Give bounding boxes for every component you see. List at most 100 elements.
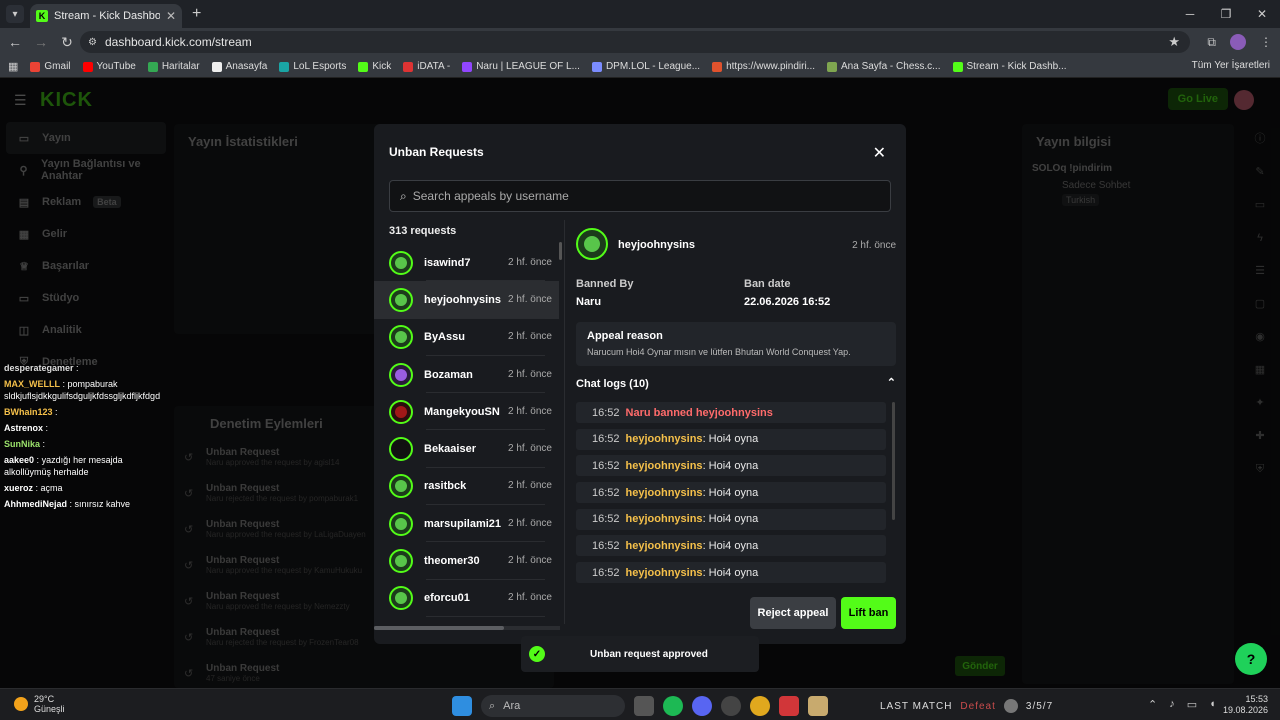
tab-title: Stream - Kick Dashboard bbox=[54, 10, 160, 22]
detail-username: heyjoohnysins bbox=[618, 239, 696, 251]
request-count: 313 requests bbox=[389, 225, 457, 237]
chat-overlay: desperategamer : MAX_WELLL : pompaburak … bbox=[0, 360, 176, 512]
new-tab-icon[interactable]: + bbox=[192, 5, 201, 23]
bookmark-dpm[interactable]: DPM.LOL - League... bbox=[591, 61, 700, 72]
minimize-icon[interactable]: ─ bbox=[1172, 0, 1208, 28]
check-icon: ✓ bbox=[529, 646, 545, 662]
banned-by-value: Naru bbox=[576, 296, 602, 308]
chat-line: SunNika : bbox=[4, 439, 46, 449]
browser-toolbar: ⧉ ⋮ bbox=[1207, 28, 1272, 56]
back-icon[interactable]: ← bbox=[4, 34, 26, 50]
steam-icon[interactable] bbox=[721, 696, 741, 716]
search-input[interactable] bbox=[412, 189, 853, 203]
chevron-up-icon[interactable]: ⌃ bbox=[887, 376, 896, 389]
request-item[interactable]: Bekaaiser 2 hf. önce bbox=[374, 430, 559, 469]
bookmark-maps[interactable]: Haritalar bbox=[147, 61, 200, 72]
riot-icon[interactable] bbox=[779, 696, 799, 716]
request-item[interactable]: MangekyouSN 2 hf. önce bbox=[374, 393, 559, 431]
restore-icon[interactable]: ❐ bbox=[1208, 0, 1244, 28]
tab-search-icon[interactable]: ▾ bbox=[6, 5, 24, 23]
support-chat-icon[interactable]: ? bbox=[1235, 643, 1267, 675]
request-item-selected[interactable]: heyjoohnysins 2 hf. önce bbox=[374, 281, 559, 319]
forward-icon[interactable]: → bbox=[30, 34, 52, 50]
network-icon[interactable]: ▭ bbox=[1187, 698, 1197, 711]
microphone-icon[interactable]: ♪ bbox=[1169, 698, 1175, 711]
reload-icon[interactable]: ↻ bbox=[56, 34, 78, 51]
file-explorer-icon[interactable] bbox=[634, 696, 654, 716]
avatar bbox=[389, 362, 413, 387]
bookmark-pindirim[interactable]: https://www.pindiri... bbox=[712, 61, 815, 72]
discord-icon[interactable] bbox=[692, 696, 712, 716]
bookmark-kick-dashboard[interactable]: Stream - Kick Dashb... bbox=[952, 61, 1067, 72]
toast-text: Unban request approved bbox=[590, 648, 708, 660]
avatar bbox=[389, 437, 413, 462]
request-item[interactable]: eforcu01 2 hf. önce bbox=[374, 580, 559, 618]
search-field[interactable]: ⌕ bbox=[389, 180, 891, 212]
chat-logs-list: 16:52 Naru banned heyjoohnysins 16:52 heyj… bbox=[576, 402, 886, 589]
avatar bbox=[389, 250, 413, 275]
avatar bbox=[389, 549, 413, 574]
ban-date-label: Ban date bbox=[744, 278, 791, 290]
volume-icon[interactable]: ◖ bbox=[1209, 698, 1216, 711]
start-icon[interactable] bbox=[452, 696, 472, 716]
detail-ago: 2 hf. önce bbox=[852, 240, 896, 251]
browser-tab[interactable]: K Stream - Kick Dashboard ✕ bbox=[30, 4, 182, 28]
weather-widget[interactable]: 29°C Güneşli bbox=[14, 694, 65, 714]
list-hscrollbar[interactable] bbox=[374, 626, 560, 630]
request-item[interactable]: Bozaman 2 hf. önce bbox=[374, 356, 559, 394]
sun-icon bbox=[14, 697, 28, 711]
bookmark-youtube[interactable]: YouTube bbox=[82, 61, 136, 72]
all-bookmarks[interactable]: Tüm Yer İşaretleri bbox=[1192, 60, 1270, 71]
league-icon[interactable] bbox=[808, 696, 828, 716]
request-item[interactable]: isawind7 2 hf. önce bbox=[374, 244, 559, 282]
taskbar-search[interactable]: ⌕ Ara bbox=[481, 695, 625, 717]
avatar bbox=[389, 586, 413, 611]
bookmark-naru[interactable]: Naru | LEAGUE OF L... bbox=[462, 61, 580, 72]
lift-ban-button[interactable]: Lift ban bbox=[841, 597, 896, 629]
appeal-reason-box: Appeal reason Narucum Hoi4 Oynar mısın v… bbox=[576, 322, 896, 366]
avatar bbox=[389, 474, 413, 499]
banned-by-label: Banned By bbox=[576, 278, 634, 290]
close-icon[interactable]: ✕ bbox=[873, 143, 886, 163]
chevron-up-icon[interactable]: ⌃ bbox=[1148, 698, 1157, 711]
bookmark-star-icon[interactable]: ★ bbox=[1168, 34, 1180, 50]
url-field[interactable]: ⚙ dashboard.kick.com/stream ★ bbox=[80, 31, 1190, 53]
bookmark-lolesports[interactable]: LoL Esports bbox=[279, 61, 346, 72]
clock[interactable]: 15:53 19.08.2026 bbox=[1223, 694, 1268, 716]
chrome-icon[interactable] bbox=[750, 696, 770, 716]
bookmark-gmail[interactable]: Gmail bbox=[30, 61, 71, 72]
unban-requests-modal: Unban Requests ✕ ⌕ 313 requests isawind7… bbox=[374, 124, 906, 644]
spotify-icon[interactable] bbox=[663, 696, 683, 716]
tab-close-icon[interactable]: ✕ bbox=[166, 9, 176, 23]
chat-logs-header[interactable]: Chat logs (10) ⌃ bbox=[576, 376, 896, 390]
appeal-reason-text: Narucum Hoi4 Oynar mısın ve lütfen Bhuta… bbox=[587, 347, 851, 357]
bookmark-chess[interactable]: Ana Sayfa - Chess.c... bbox=[827, 61, 941, 72]
chat-log-item: 16:52 heyjoohnysins: Hoi4 oyna bbox=[576, 562, 886, 584]
avatar bbox=[389, 325, 413, 350]
profile-avatar[interactable] bbox=[1230, 34, 1246, 50]
reject-appeal-button[interactable]: Reject appeal bbox=[750, 597, 836, 629]
list-scrollbar[interactable] bbox=[559, 242, 562, 260]
chat-log-item: 16:52 heyjoohnysins: Hoi4 oyna bbox=[576, 482, 886, 504]
request-list: isawind7 2 hf. önce heyjoohnysins 2 hf. ön… bbox=[374, 244, 559, 624]
request-item[interactable]: theomer30 2 hf. önce bbox=[374, 542, 559, 580]
close-window-icon[interactable]: ✕ bbox=[1244, 0, 1280, 28]
bookmark-x[interactable]: Anasayfa bbox=[211, 61, 267, 72]
bookmark-kick[interactable]: Kick bbox=[358, 61, 391, 72]
extensions-icon[interactable]: ⧉ bbox=[1207, 35, 1216, 50]
windows-taskbar: 29°C Güneşli ⌕ Ara LAST MATCH Defeat 3/5/7… bbox=[0, 688, 1280, 720]
chat-logs-scrollbar[interactable] bbox=[892, 402, 895, 520]
request-item[interactable]: marsupilami21 2 hf. önce bbox=[374, 505, 559, 543]
address-bar: ← → ↻ ⚙ dashboard.kick.com/stream ★ ⧉ ⋮ bbox=[0, 28, 1280, 56]
request-item[interactable]: ByAssu 2 hf. önce bbox=[374, 319, 559, 357]
url-text: dashboard.kick.com/stream bbox=[104, 35, 252, 49]
ban-date-value: 22.06.2026 16:52 bbox=[744, 296, 831, 308]
chat-line: MAX_WELLL : pompaburak sldkjuflsjdkkguli… bbox=[4, 379, 161, 401]
request-item[interactable]: rasitbck 2 hf. önce bbox=[374, 468, 559, 506]
avatar bbox=[389, 511, 413, 536]
bookmark-idata[interactable]: iDATA - bbox=[403, 61, 450, 72]
avatar bbox=[389, 399, 413, 424]
apps-icon[interactable]: ▦ bbox=[8, 60, 18, 73]
site-info-icon[interactable]: ⚙ bbox=[88, 37, 97, 48]
menu-icon[interactable]: ⋮ bbox=[1260, 35, 1272, 49]
